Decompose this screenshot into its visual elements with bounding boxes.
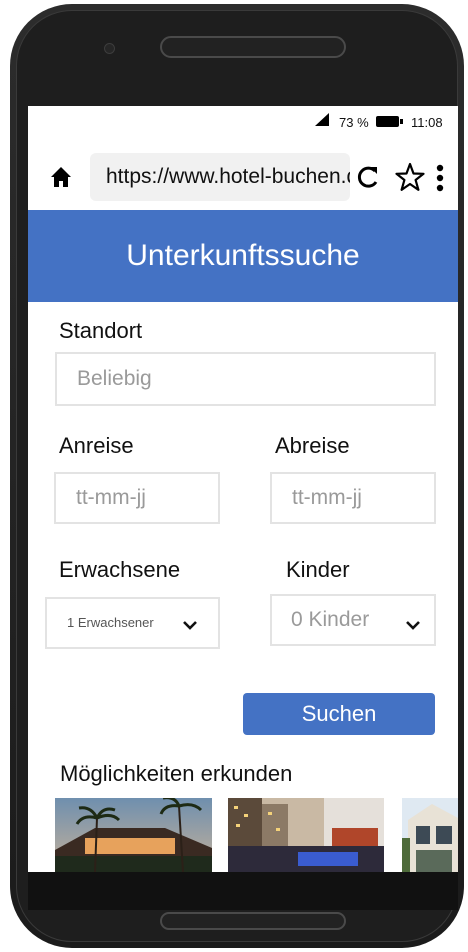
home-button[interactable]	[160, 912, 346, 930]
battery-icon	[376, 116, 403, 127]
location-label: Standort	[59, 318, 143, 343]
children-select-value: 0 Kinder	[291, 608, 370, 631]
adults-label: Erwachsene	[59, 557, 181, 582]
adults-select[interactable]: 1 Erwachsener	[45, 597, 220, 649]
battery-percentage: 73 %	[339, 115, 369, 130]
overflow-menu-icon[interactable]	[436, 164, 444, 192]
phone-screen: 73 % 11:08 https://www.hotel-buchen.de U…	[28, 106, 458, 872]
status-time: 11:08	[411, 115, 443, 130]
villa-house-image[interactable]	[402, 798, 458, 872]
resort-palm-trees-image[interactable]	[55, 798, 212, 872]
status-bar: 73 % 11:08	[28, 106, 458, 140]
browser-toolbar: https://www.hotel-buchen.de	[28, 148, 458, 208]
front-camera	[104, 43, 115, 54]
signal-icon	[315, 113, 329, 126]
arrival-label: Anreise	[59, 433, 134, 458]
departure-date-input[interactable]: tt-mm-jj	[270, 472, 436, 524]
earpiece-speaker	[160, 36, 346, 58]
chevron-down-icon	[183, 621, 197, 630]
reload-icon[interactable]	[355, 164, 381, 190]
departure-label: Abreise	[275, 433, 350, 458]
explore-heading: Möglichkeiten erkunden	[60, 761, 293, 786]
search-button[interactable]: Suchen	[243, 693, 435, 735]
location-input[interactable]: Beliebig	[55, 352, 436, 406]
navigation-bar	[28, 872, 458, 910]
children-select[interactable]: 0 Kinder	[270, 594, 436, 646]
adults-select-value: 1 Erwachsener	[67, 615, 154, 630]
home-icon[interactable]	[50, 166, 72, 188]
page-title: Unterkunftssuche	[28, 210, 458, 302]
chevron-down-icon	[406, 621, 420, 630]
bookmark-star-icon[interactable]	[395, 162, 425, 192]
arrival-date-input[interactable]: tt-mm-jj	[54, 472, 220, 524]
address-bar[interactable]: https://www.hotel-buchen.de	[90, 153, 350, 201]
children-label: Kinder	[286, 557, 350, 582]
city-hotel-pool-image[interactable]	[228, 798, 384, 872]
